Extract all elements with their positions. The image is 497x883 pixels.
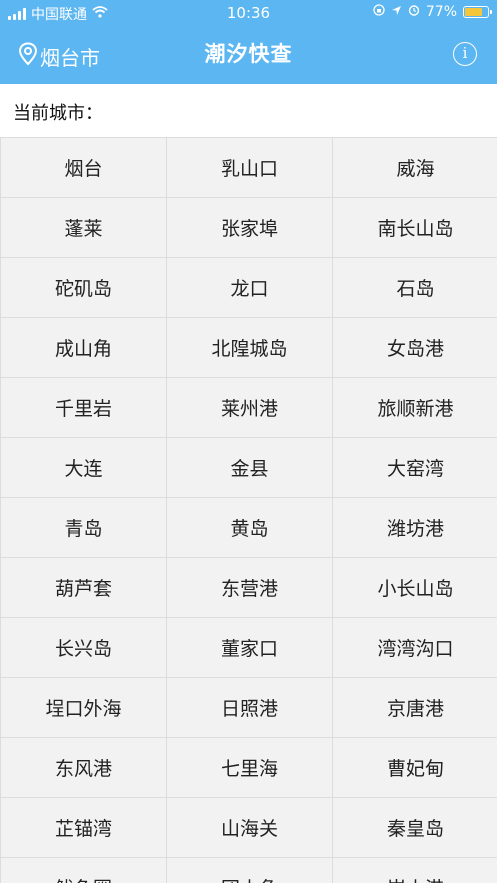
city-cell[interactable]: 乳山口 — [167, 138, 332, 197]
city-cell[interactable]: 七里海 — [167, 738, 332, 797]
status-bar: 中国联通 10:36 77% — [0, 0, 497, 26]
city-cell[interactable]: 山海关 — [167, 798, 332, 857]
city-cell[interactable]: 东营港 — [167, 558, 332, 617]
battery-icon — [463, 6, 492, 18]
city-grid: 烟台 乳山口 威海蓬莱 张家埠 南长山岛砣矶岛 龙口 石岛成山角 北隍城岛 女岛港千里岩 莱州港旅… — [0, 137, 497, 883]
city-cell[interactable]: 龙口 — [167, 258, 332, 317]
city-cell[interactable]: 成山角 — [1, 318, 166, 377]
city-cell[interactable]: 岚山港 — [333, 858, 497, 883]
city-cell[interactable]: 石岛 — [333, 258, 497, 317]
city-cell[interactable]: 砣矶岛 — [1, 258, 166, 317]
city-cell[interactable]: 张家埠 — [167, 198, 332, 257]
city-cell[interactable]: 东风港 — [1, 738, 166, 797]
city-cell[interactable]: 小长山岛 — [333, 558, 497, 617]
city-cell[interactable]: 京唐港 — [333, 678, 497, 737]
info-icon[interactable]: i — [453, 42, 477, 66]
status-right: 77% — [373, 4, 492, 20]
city-cell[interactable]: 湾湾沟口 — [333, 618, 497, 677]
current-city-bar: 当前城市： — [0, 84, 497, 137]
city-cell[interactable]: 黄岛 — [167, 498, 332, 557]
city-cell[interactable]: 葫芦套 — [1, 558, 166, 617]
city-cell[interactable]: 曹妃甸 — [333, 738, 497, 797]
city-cell[interactable]: 青岛 — [1, 498, 166, 557]
city-cell[interactable]: 旅顺新港 — [333, 378, 497, 437]
city-cell[interactable]: 莱州港 — [167, 378, 332, 437]
city-cell[interactable]: 芷锚湾 — [1, 798, 166, 857]
header-bar: 中国联通 10:36 77% 烟台市 潮汐快查 i — [0, 0, 497, 84]
city-cell[interactable]: 秦皇岛 — [333, 798, 497, 857]
page-title: 潮汐快查 — [204, 42, 293, 66]
rotation-lock-icon — [373, 4, 385, 20]
alarm-icon — [408, 4, 420, 20]
city-cell[interactable]: 团山角 — [167, 858, 332, 883]
city-cell[interactable]: 长兴岛 — [1, 618, 166, 677]
city-cell[interactable]: 大连 — [1, 438, 166, 497]
city-cell[interactable]: 董家口 — [167, 618, 332, 677]
screen: 中国联通 10:36 77% 烟台市 潮汐快查 i 当前城市： 烟台 乳山口 威… — [0, 0, 497, 883]
nav-bar: 烟台市 潮汐快查 i — [0, 26, 497, 84]
city-cell[interactable]: 大窑湾 — [333, 438, 497, 497]
city-cell[interactable]: 埕口外海 — [1, 678, 166, 737]
city-cell[interactable]: 潍坊港 — [333, 498, 497, 557]
city-cell[interactable]: 南长山岛 — [333, 198, 497, 257]
location-arrow-icon — [391, 4, 402, 20]
city-cell[interactable]: 千里岩 — [1, 378, 166, 437]
city-cell[interactable]: 北隍城岛 — [167, 318, 332, 377]
city-cell[interactable]: 威海 — [333, 138, 497, 197]
current-city-label: 当前城市： — [13, 103, 103, 124]
battery-percent: 77% — [425, 4, 457, 20]
city-cell[interactable]: 金县 — [167, 438, 332, 497]
city-cell[interactable]: 日照港 — [167, 678, 332, 737]
city-cell[interactable]: 鲅鱼圈 — [1, 858, 166, 883]
city-cell[interactable]: 烟台 — [1, 138, 166, 197]
city-cell[interactable]: 女岛港 — [333, 318, 497, 377]
city-cell[interactable]: 蓬莱 — [1, 198, 166, 257]
